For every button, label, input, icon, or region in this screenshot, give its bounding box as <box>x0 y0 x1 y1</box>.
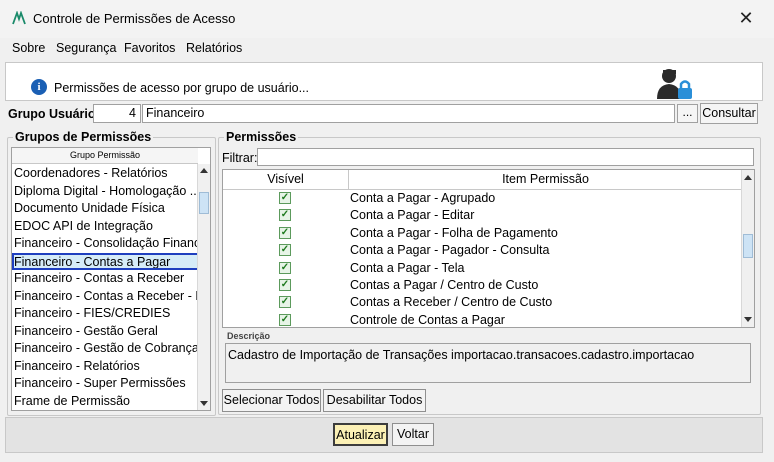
groups-scroll-thumb[interactable] <box>199 192 209 214</box>
visible-checkbox[interactable]: ✓ <box>279 209 291 222</box>
permission-item-label: Conta a Pagar - Pagador - Consulta <box>350 243 550 258</box>
permission-row[interactable]: ✓ Conta a Pagar - Pagador - Consulta <box>223 242 742 260</box>
lookup-button[interactable]: ... <box>677 104 698 123</box>
permissions-table-header: Visível Item Permissão <box>223 170 742 190</box>
permission-item-label: Conta a Pagar - Folha de Pagamento <box>350 225 558 240</box>
permission-item-label: Contas a Pagar / Centro de Custo <box>350 278 539 292</box>
group-item-selected[interactable]: Financeiro - Contas a Pagar <box>12 252 202 270</box>
permissions-scroll-thumb[interactable] <box>743 234 753 258</box>
visible-checkbox[interactable]: ✓ <box>279 261 291 274</box>
groups-list[interactable]: Grupo Permissão Coordenadores - Relatóri… <box>11 147 211 411</box>
group-name-field[interactable]: Financeiro <box>142 104 675 123</box>
visible-checkbox[interactable]: ✓ <box>279 244 291 257</box>
title-bar: Controle de Permissões de Acesso ✕ <box>0 0 774 38</box>
group-list-item[interactable]: Financeiro - Contas a Receber <box>14 270 198 288</box>
permissions-table[interactable]: Visível Item Permissão ✓ Conta a Pagar - … <box>222 169 755 328</box>
filter-input[interactable] <box>257 148 754 166</box>
consult-button[interactable]: Consultar <box>700 103 758 124</box>
visible-checkbox[interactable]: ✓ <box>279 296 291 309</box>
permission-row[interactable]: ✓ Conta a Pagar - Folha de Pagamento <box>223 225 742 243</box>
group-code-field[interactable]: 4 <box>93 104 141 123</box>
menu-relatorios[interactable]: Relatórios <box>186 41 242 55</box>
permissions-scrollbar[interactable] <box>741 170 754 327</box>
scroll-up-icon[interactable] <box>200 168 208 173</box>
groups-scrollbar[interactable] <box>197 164 210 410</box>
permission-item-label: Conta a Pagar - Tela <box>350 260 465 275</box>
column-item-permissao[interactable]: Item Permissão <box>349 170 742 190</box>
group-list-item[interactable]: Financeiro - Contas a Receber - R... <box>14 288 198 306</box>
permission-item-label: Controle de Contas a Pagar <box>350 312 505 327</box>
groups-column-header[interactable]: Grupo Permissão <box>12 148 198 164</box>
menu-sobre[interactable]: Sobre <box>12 41 45 55</box>
user-lock-icon <box>657 69 692 99</box>
visible-checkbox[interactable]: ✓ <box>279 192 291 204</box>
groups-legend: Grupos de Permissões <box>13 130 154 144</box>
menu-bar: Sobre Segurança Favoritos Relatórios <box>0 38 774 60</box>
filter-label: Filtrar: <box>222 151 258 165</box>
scroll-up-icon[interactable] <box>744 175 752 180</box>
group-list-item[interactable]: Financeiro - Gestão Geral <box>14 323 198 341</box>
disable-all-button[interactable]: Desabilitar Todos <box>323 389 426 412</box>
info-icon: i <box>31 79 47 95</box>
description-label: Descrição <box>227 331 271 341</box>
permission-row[interactable]: ✓ Conta a Pagar - Editar <box>223 207 742 225</box>
group-list-item[interactable]: EDOC API de Integração <box>14 218 198 236</box>
menu-favoritos[interactable]: Favoritos <box>124 41 175 55</box>
group-list-item[interactable]: Coordenadores - Relatórios <box>14 165 198 183</box>
group-list-item[interactable]: Documento Unidade Física <box>14 200 198 218</box>
group-list-item[interactable]: Financeiro - Gestão de Cobrança <box>14 340 198 358</box>
permission-row[interactable]: ✓ Conta a Pagar - Agrupado <box>223 190 742 208</box>
column-visivel[interactable]: Visível <box>223 170 349 190</box>
permission-row[interactable]: ✓ Contas a Receber / Centro de Custo <box>223 294 742 312</box>
group-user-label: Grupo Usuário: <box>8 107 100 121</box>
group-list-item[interactable]: Financeiro - FIES/CREDIES <box>14 305 198 323</box>
group-list-item[interactable]: Financeiro - Consolidação Financ... <box>14 235 198 253</box>
window-title: Controle de Permissões de Acesso <box>33 11 236 26</box>
group-list-item[interactable]: Financeiro - Super Permissões <box>14 375 198 393</box>
select-all-button[interactable]: Selecionar Todos <box>222 389 321 412</box>
permission-row[interactable]: ✓ Contas a Pagar / Centro de Custo <box>223 277 742 295</box>
scroll-down-icon[interactable] <box>744 317 752 322</box>
permission-item-label: Conta a Pagar - Editar <box>350 208 475 223</box>
back-button[interactable]: Voltar <box>392 423 434 446</box>
header-panel: i Permissões de acesso por grupo de usuá… <box>5 62 763 101</box>
visible-checkbox[interactable]: ✓ <box>279 226 291 239</box>
scroll-down-icon[interactable] <box>200 401 208 406</box>
visible-checkbox[interactable]: ✓ <box>279 279 291 291</box>
permission-row[interactable]: ✓ Controle de Contas a Pagar <box>223 312 742 327</box>
menu-seguranca[interactable]: Segurança <box>56 41 116 55</box>
permission-row[interactable]: ✓ Conta a Pagar - Tela <box>223 260 742 278</box>
permission-item-label: Contas a Receber / Centro de Custo <box>350 295 553 310</box>
group-list-item[interactable]: Diploma Digital - Homologação ... <box>14 183 198 201</box>
group-list-item[interactable]: Financeiro - Relatórios <box>14 358 198 376</box>
permission-item-label: Conta a Pagar - Agrupado <box>350 191 496 205</box>
description-box: Cadastro de Importação de Transações imp… <box>225 343 751 383</box>
permissions-legend: Permissões <box>224 130 299 144</box>
visible-checkbox[interactable]: ✓ <box>279 313 291 326</box>
update-button[interactable]: Atualizar <box>333 423 388 446</box>
close-icon[interactable]: ✕ <box>736 8 756 28</box>
header-text: Permissões de acesso por grupo de usuári… <box>54 81 309 95</box>
app-logo-icon <box>12 11 26 25</box>
group-list-item[interactable]: Frame de Permissão <box>14 393 198 411</box>
